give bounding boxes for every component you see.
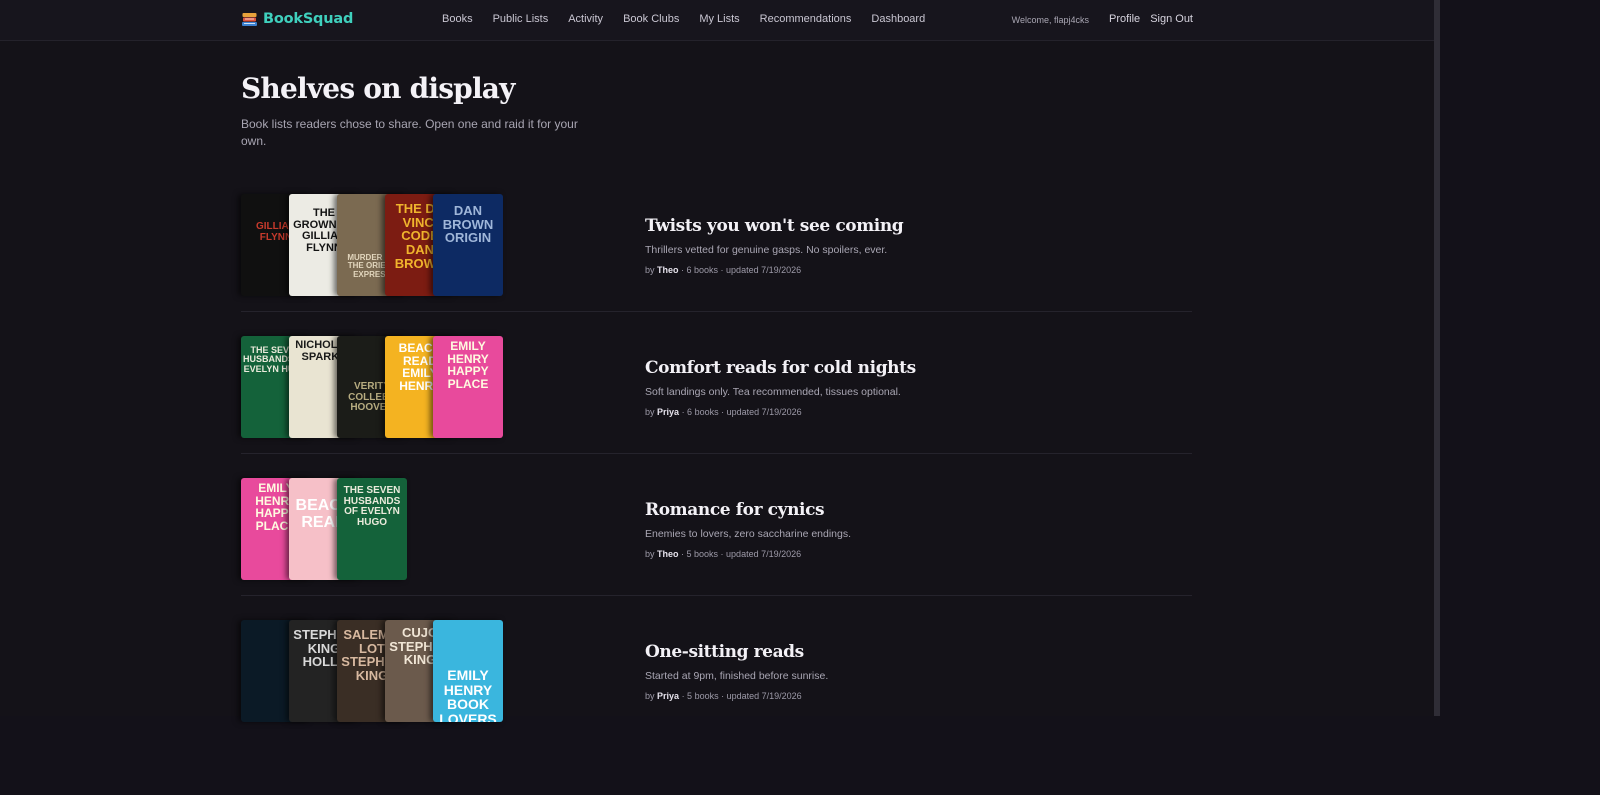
user-nav: Welcome, flapj4cks Profile Sign Out (1012, 13, 1193, 25)
profile-link[interactable]: Profile (1109, 13, 1140, 25)
list-author[interactable]: Priya (657, 691, 679, 701)
nav-dashboard[interactable]: Dashboard (871, 13, 925, 25)
list-title[interactable]: Romance for cynics (645, 500, 851, 520)
list-stats: · 5 books · updated 7/19/2026 (679, 691, 802, 701)
book-cover: EMILY HENRY BOOK LOVERS (433, 620, 503, 722)
book-cover: DAN BROWN ORIGIN (433, 194, 503, 296)
book-cover: THE SEVEN HUSBANDS OF EVELYN HUGO (337, 478, 407, 580)
nav-book-clubs[interactable]: Book Clubs (623, 13, 679, 25)
by-label: by (645, 407, 655, 417)
cover-stack: THE SEVEN HUSBANDS OF EVELYN HUGO NICHOL… (241, 336, 511, 438)
list-item[interactable]: EMILY HENRY HAPPY PLACE BEACH READ THE S… (241, 454, 1192, 596)
page-subtitle: Book lists readers chose to share. Open … (241, 117, 578, 148)
list-title[interactable]: Twists you won't see coming (645, 216, 904, 236)
viewport-margin (1440, 0, 1600, 795)
list-author[interactable]: Priya (657, 407, 679, 417)
page-title: Shelves on display (241, 72, 515, 105)
list-meta: by Priya · 6 books · updated 7/19/2026 (645, 407, 916, 417)
list-author[interactable]: Theo (657, 265, 679, 275)
brand-name: BookSquad (263, 11, 354, 27)
list-info: Romance for cynics Enemies to lovers, ze… (645, 500, 851, 559)
list-meta: by Priya · 5 books · updated 7/19/2026 (645, 691, 828, 701)
cover-stack: STEPHEN KING HOLLY SALEM'S LOT STEPHEN K… (241, 620, 511, 722)
books-stack-icon (242, 13, 257, 26)
list-info: Comfort reads for cold nights Soft landi… (645, 358, 916, 417)
nav-recommendations[interactable]: Recommendations (760, 13, 852, 25)
list-description: Soft landings only. Tea recommended, tis… (645, 386, 901, 398)
list-meta: by Theo · 6 books · updated 7/19/2026 (645, 265, 903, 275)
cover-text: THE SEVEN HUSBANDS OF EVELYN HUGO (343, 485, 401, 528)
by-label: by (645, 549, 655, 559)
list-info: One-sitting reads Started at 9pm, finish… (645, 642, 828, 701)
list-item[interactable]: STEPHEN KING HOLLY SALEM'S LOT STEPHEN K… (241, 596, 1192, 738)
main-nav: Books Public Lists Activity Book Clubs M… (442, 13, 945, 25)
cover-stack: GILLIAN FLYNN THE GROWN UP GILLIAN FLYNN… (241, 194, 511, 296)
list-item[interactable]: THE SEVEN HUSBANDS OF EVELYN HUGO NICHOL… (241, 312, 1192, 454)
list-info: Twists you won't see coming Thrillers ve… (645, 216, 904, 275)
cover-text: EMILY HENRY HAPPY PLACE (447, 339, 489, 391)
book-cover: EMILY HENRY HAPPY PLACE (433, 336, 503, 438)
nav-public-lists[interactable]: Public Lists (493, 13, 549, 25)
nav-my-lists[interactable]: My Lists (699, 13, 739, 25)
list-stats: · 6 books · updated 7/19/2026 (679, 407, 802, 417)
nav-activity[interactable]: Activity (568, 13, 603, 25)
list-title[interactable]: Comfort reads for cold nights (645, 358, 916, 378)
sign-out-link[interactable]: Sign Out (1150, 13, 1193, 25)
list-stats: · 5 books · updated 7/19/2026 (678, 549, 802, 559)
cover-stack: EMILY HENRY HAPPY PLACE BEACH READ THE S… (241, 478, 511, 580)
cover-text: EMILY HENRY BOOK LOVERS (439, 667, 497, 722)
cover-text: DAN BROWN ORIGIN (442, 203, 494, 246)
list-stats: · 6 books · updated 7/19/2026 (678, 265, 802, 275)
list-meta: by Theo · 5 books · updated 7/19/2026 (645, 549, 851, 559)
top-navbar: BookSquad Books Public Lists Activity Bo… (0, 0, 1434, 41)
brand-logo[interactable]: BookSquad (241, 10, 353, 28)
list-author[interactable]: Theo (657, 549, 679, 559)
list-title[interactable]: One-sitting reads (645, 642, 828, 662)
list-description: Enemies to lovers, zero saccharine endin… (645, 528, 852, 540)
by-label: by (645, 691, 655, 701)
by-label: by (645, 265, 655, 275)
list-description: Started at 9pm, finished before sunrise. (645, 670, 829, 682)
list-item[interactable]: GILLIAN FLYNN THE GROWN UP GILLIAN FLYNN… (241, 170, 1192, 312)
list-description: Thrillers vetted for genuine gasps. No s… (645, 244, 888, 256)
nav-books[interactable]: Books (442, 13, 473, 25)
welcome-text: Welcome, flapj4cks (1011, 14, 1089, 25)
